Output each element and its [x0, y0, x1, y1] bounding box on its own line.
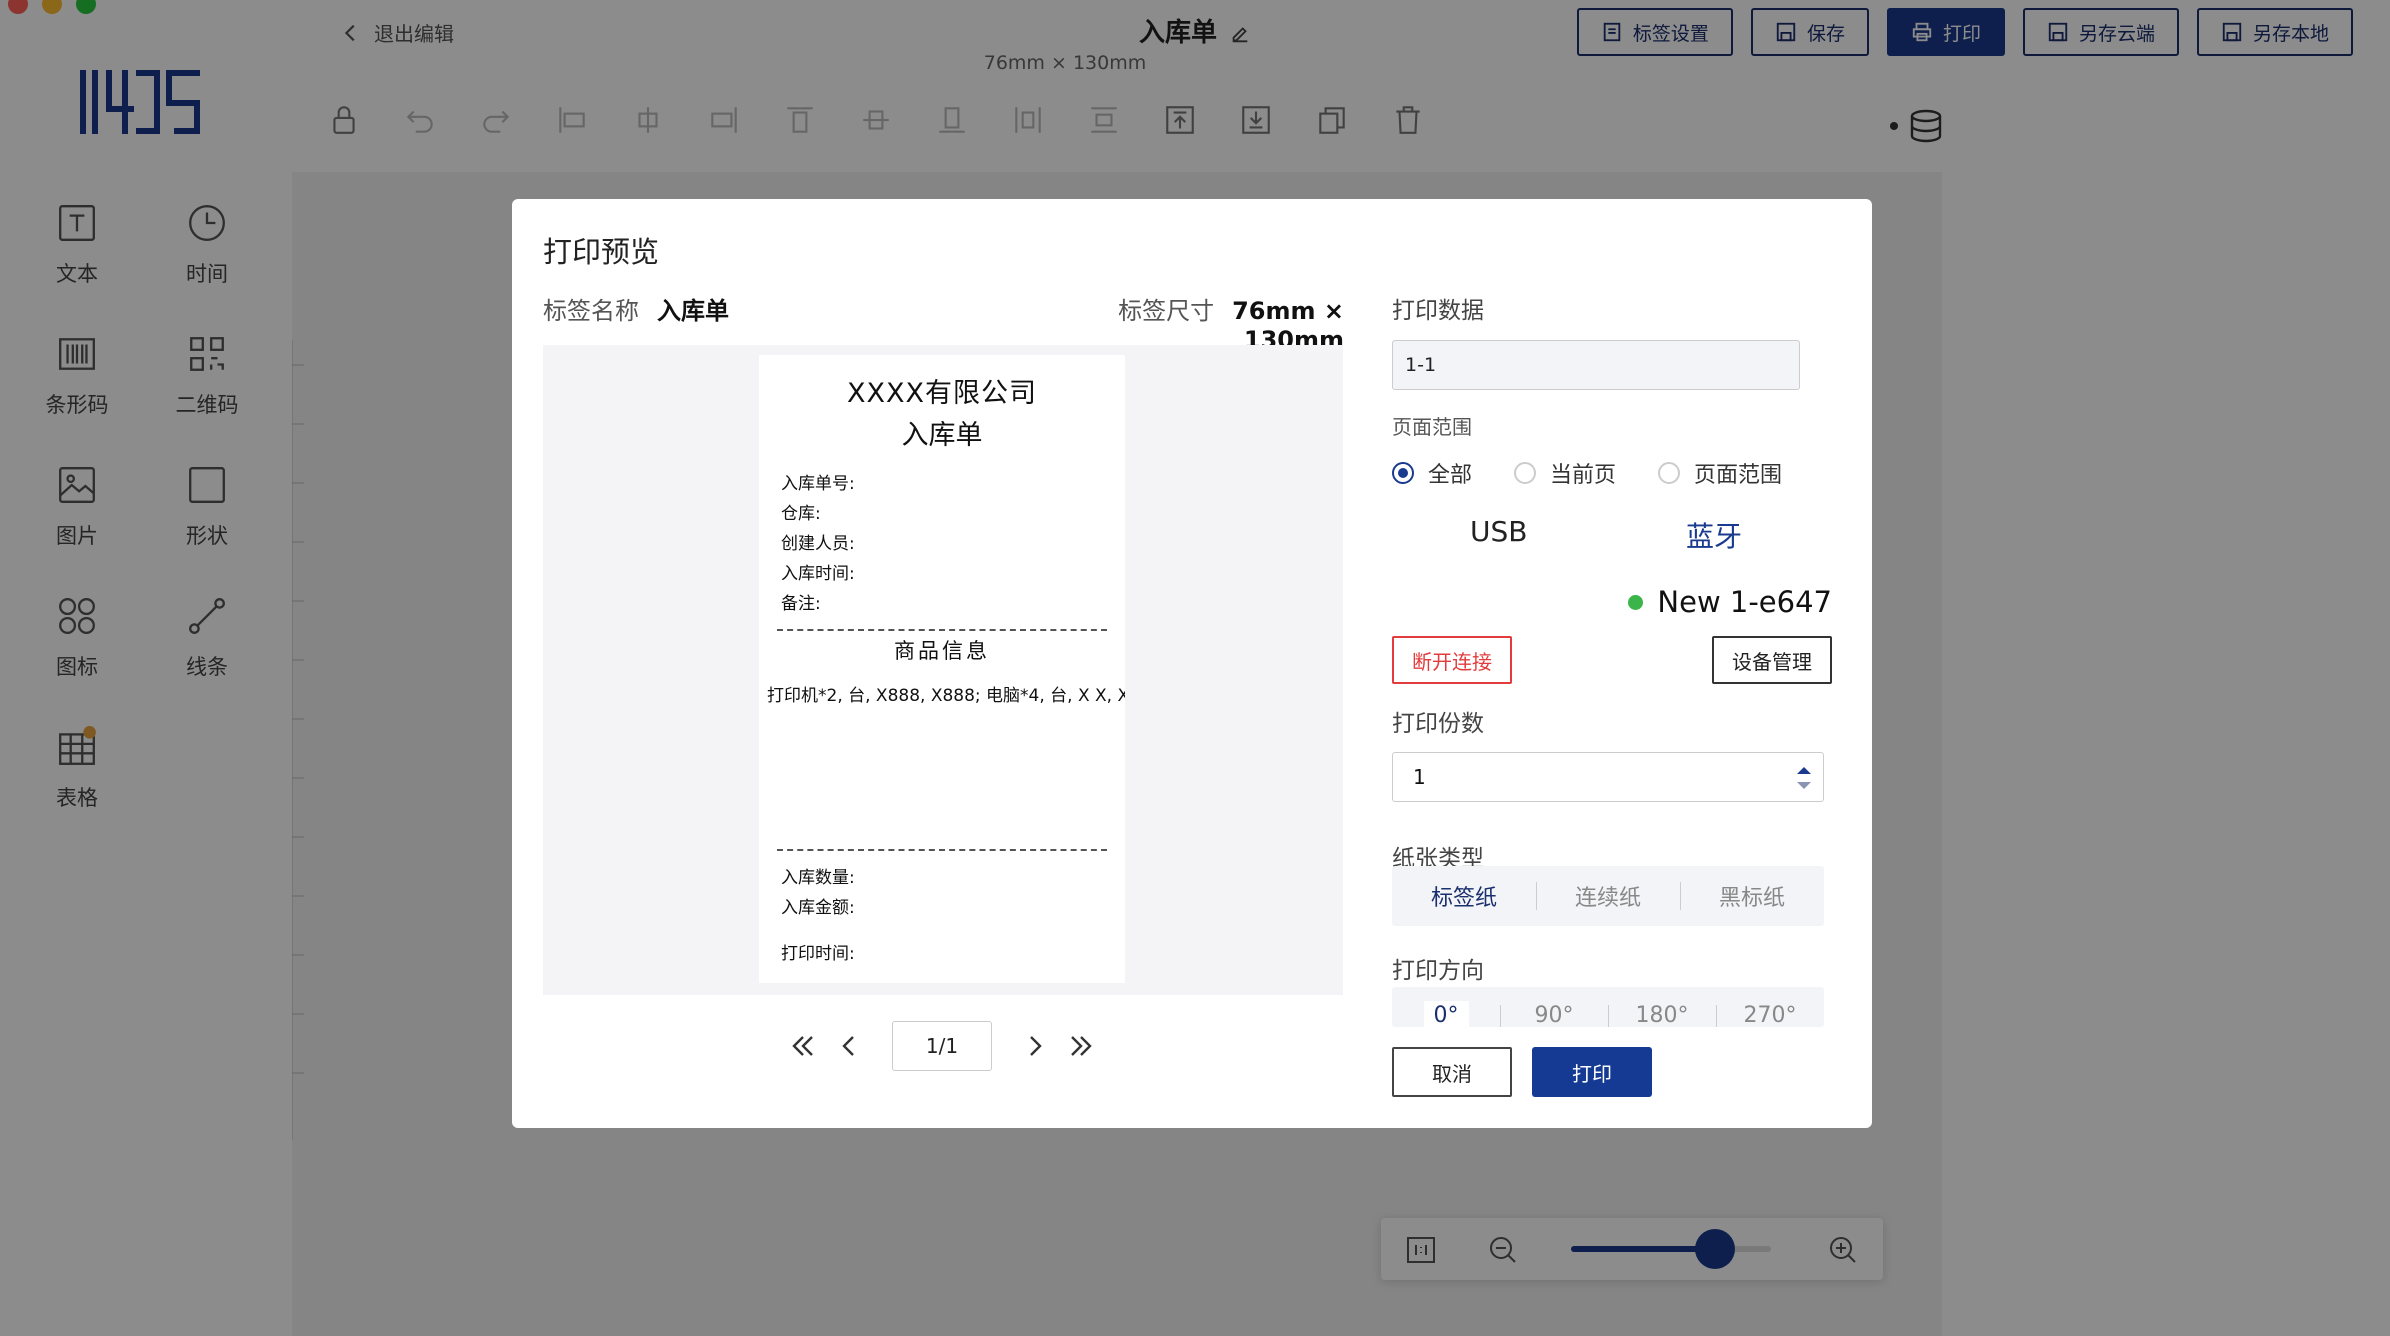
orientation-option-label: 180° [1635, 1003, 1689, 1027]
radio-all[interactable]: 全部 [1392, 457, 1472, 489]
dialog-title: 打印预览 [543, 235, 660, 269]
orientation-180[interactable]: 180° [1608, 1003, 1716, 1027]
radio-dot [1392, 462, 1414, 484]
label-name-value: 入库单 [657, 297, 729, 325]
label-preview-area: XXXX有限公司 入库单 入库单号: 仓库: 创建人员: 入库时间: 备注: 商… [543, 345, 1343, 995]
label-preview-paper: XXXX有限公司 入库单 入库单号: 仓库: 创建人员: 入库时间: 备注: 商… [759, 355, 1125, 983]
page-number-input[interactable]: 1/1 [892, 1021, 992, 1071]
connection-tabs: USB 蓝牙 [1392, 515, 1812, 555]
paper-type-selector: 标签纸 连续纸 黑标纸 [1392, 866, 1824, 926]
preview-pager: 1/1 [512, 1021, 1372, 1071]
orientation-option-label: 90° [1534, 1003, 1574, 1027]
copies-label: 打印份数 [1392, 711, 1484, 737]
print-data-input[interactable]: 1-1 [1392, 340, 1800, 390]
chevron-right-icon [1030, 1036, 1042, 1056]
online-status-dot [1628, 594, 1644, 610]
radio-page-range[interactable]: 页面范围 [1658, 457, 1782, 489]
label-name-key: 标签名称 [543, 297, 639, 325]
preview-field: 创建人员: [781, 534, 855, 554]
last-page-button[interactable] [1058, 1023, 1104, 1069]
orientation-90[interactable]: 90° [1500, 1003, 1608, 1027]
print-data-label: 打印数据 [1392, 298, 1484, 324]
radio-current-page[interactable]: 当前页 [1514, 457, 1616, 489]
orientation-label: 打印方向 [1392, 958, 1484, 984]
prev-page-button[interactable] [826, 1023, 872, 1069]
connected-device: New 1-e647 [1628, 585, 1832, 619]
preview-divider [777, 849, 1107, 851]
orientation-option-label: 270° [1743, 1003, 1797, 1027]
device-name: New 1-e647 [1657, 585, 1832, 619]
radio-dot [1658, 462, 1681, 484]
preview-field: 备注: [781, 594, 821, 614]
print-preview-dialog: 打印预览 标签名称 入库单 标签尺寸 76mm × 130mm XXXX有限公司 入… [512, 199, 1872, 1128]
preview-title: 入库单 [901, 420, 983, 451]
preview-print-time: 打印时间: [781, 944, 855, 964]
page-range-label: 页面范围 [1392, 415, 1472, 439]
device-manage-button[interactable]: 设备管理 [1712, 636, 1832, 684]
preview-divider [777, 629, 1107, 631]
stepper-arrows-icon[interactable] [1795, 763, 1813, 793]
paper-type-black-mark[interactable]: 黑标纸 [1680, 880, 1824, 912]
tab-usb[interactable]: USB [1470, 515, 1527, 548]
page-range-radios: 全部 当前页 页面范围 [1392, 457, 1824, 489]
orientation-selector: 0° 90° 180° 270° [1392, 987, 1824, 1027]
preview-company: XXXX有限公司 [847, 378, 1037, 409]
tab-bluetooth[interactable]: 蓝牙 [1686, 515, 1742, 555]
orientation-270[interactable]: 270° [1716, 1003, 1824, 1027]
preview-goods-line: 打印机*2, 台, X888, X888; 电脑*4, 台, X X, X [767, 686, 1125, 706]
label-size-key: 标签尺寸 [1118, 297, 1215, 325]
disconnect-button[interactable]: 断开连接 [1392, 636, 1512, 684]
radio-label: 全部 [1428, 463, 1473, 488]
preview-field: 入库金额: [781, 898, 855, 918]
orientation-option-label: 0° [1423, 1001, 1469, 1027]
paper-type-continuous[interactable]: 连续纸 [1536, 880, 1680, 912]
chevrons-left-icon [792, 1036, 813, 1056]
chevron-left-icon [842, 1036, 854, 1056]
preview-field: 入库时间: [781, 564, 855, 584]
print-button[interactable]: 打印 [1532, 1047, 1652, 1097]
print-settings-panel: 打印数据 1-1 页面范围 全部 当前页 页面范围 USB 蓝牙 New 1-e… [1392, 199, 1832, 1128]
preview-field: 入库单号: [781, 474, 855, 494]
next-page-button[interactable] [1012, 1023, 1058, 1069]
radio-label: 当前页 [1550, 463, 1617, 488]
paper-type-label-paper[interactable]: 标签纸 [1392, 880, 1536, 912]
copies-stepper[interactable]: 1 [1392, 752, 1824, 802]
first-page-button[interactable] [780, 1023, 826, 1069]
cancel-button[interactable]: 取消 [1392, 1047, 1512, 1097]
radio-dot [1514, 462, 1537, 484]
preview-section-title: 商品信息 [894, 639, 990, 663]
radio-label: 页面范围 [1694, 463, 1783, 488]
copies-value: 1 [1413, 765, 1426, 789]
preview-field: 入库数量: [781, 868, 855, 888]
orientation-0[interactable]: 0° [1392, 1001, 1500, 1027]
preview-field: 仓库: [781, 504, 821, 524]
chevrons-right-icon [1071, 1036, 1092, 1056]
label-name-info: 标签名称 入库单 [543, 291, 729, 326]
